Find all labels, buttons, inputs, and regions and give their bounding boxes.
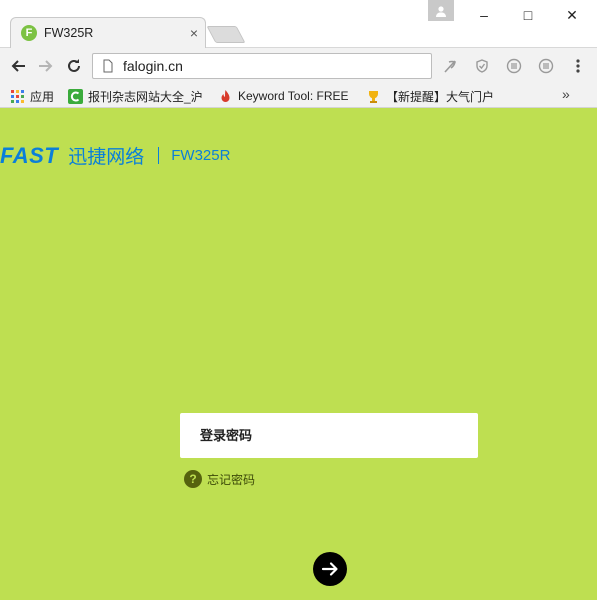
bookmark-keyword-tool[interactable]: Keyword Tool: FREE xyxy=(218,84,351,108)
maximize-button[interactable]: □ xyxy=(506,0,550,30)
back-arrow-icon[interactable] xyxy=(6,54,30,78)
password-field-box xyxy=(180,413,478,458)
model-name: FW325R xyxy=(171,147,231,164)
bookmark-label: 应用 xyxy=(30,89,55,104)
question-icon: ? xyxy=(184,470,202,488)
more-bookmarks-icon[interactable]: » xyxy=(562,86,570,102)
forgot-password-label: 忘记密码 xyxy=(207,472,256,487)
tab-close-icon[interactable]: × xyxy=(183,25,205,41)
bookmark-label: 报刊杂志网站大全_沪 xyxy=(88,89,203,104)
new-tab-button[interactable] xyxy=(206,26,246,43)
brand-name: 迅捷网络 xyxy=(68,147,145,168)
bookmarks-bar: 应用 报刊杂志网站大全_沪 Keyword Tool: FREE 【新提醒】大气… xyxy=(0,84,597,108)
title-bar: F FW325R × – □ ✕ xyxy=(0,0,597,48)
brand-header: FAST 迅捷网络 FW325R xyxy=(0,142,230,169)
login-button[interactable] xyxy=(313,552,347,586)
c-green-icon xyxy=(68,88,83,104)
browser-toolbar: falogin.cn xyxy=(0,48,597,84)
address-bar[interactable]: falogin.cn xyxy=(92,53,432,79)
browser-tab[interactable]: F FW325R × xyxy=(10,17,206,48)
page-icon xyxy=(103,59,113,73)
router-login-page: FAST 迅捷网络 FW325R ? 忘记密码 xyxy=(0,108,597,600)
profile-icon[interactable] xyxy=(428,0,454,21)
bookmark-magazines[interactable]: 报刊杂志网站大全_沪 xyxy=(68,84,203,108)
bookmark-label: 【新提醒】大气门户 xyxy=(386,89,495,104)
trophy-icon xyxy=(369,90,378,103)
apps-grid-icon xyxy=(11,89,24,103)
forgot-password-link[interactable]: ? 忘记密码 xyxy=(184,470,255,488)
extension-feather-icon[interactable] xyxy=(440,56,460,76)
fast-logo: FAST xyxy=(0,142,59,168)
forward-arrow-icon[interactable] xyxy=(34,54,58,78)
flame-icon xyxy=(221,89,230,102)
password-input[interactable] xyxy=(200,428,460,443)
brand-divider xyxy=(158,147,160,164)
extension-shield-icon[interactable] xyxy=(472,56,492,76)
bookmark-apps[interactable]: 应用 xyxy=(10,84,54,108)
extension-circle-icon[interactable] xyxy=(536,56,556,76)
minimize-button[interactable]: – xyxy=(462,0,506,30)
tab-title: FW325R xyxy=(44,26,94,40)
menu-dots-icon[interactable] xyxy=(568,56,588,76)
close-window-button[interactable]: ✕ xyxy=(550,0,594,30)
arrow-right-icon xyxy=(321,562,338,576)
extension-grid-icon[interactable] xyxy=(504,56,524,76)
url-text: falogin.cn xyxy=(123,58,183,74)
bookmark-label: Keyword Tool: FREE xyxy=(238,89,349,103)
reload-icon[interactable] xyxy=(62,54,86,78)
fast-favicon-icon: F xyxy=(21,25,37,41)
bookmark-portal[interactable]: 【新提醒】大气门户 xyxy=(366,84,498,108)
